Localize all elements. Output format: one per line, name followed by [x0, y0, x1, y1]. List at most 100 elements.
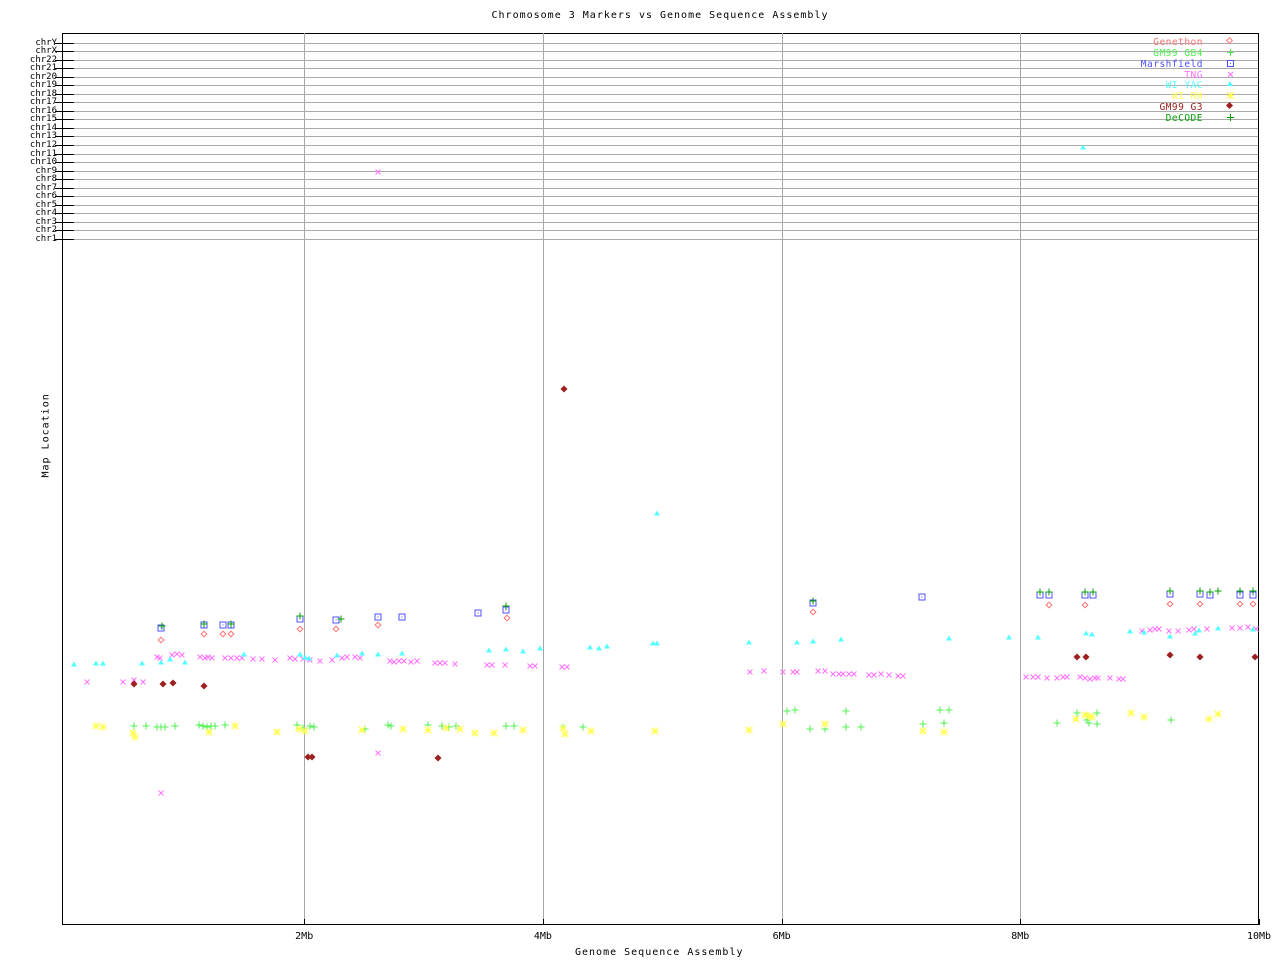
point-wiyac — [1250, 626, 1256, 632]
point-decode — [1036, 588, 1044, 596]
chr-axis-tick — [55, 93, 74, 95]
point-gm99gb4 — [1167, 716, 1175, 724]
point-wirh — [490, 729, 498, 737]
legend-marker-tng — [1227, 71, 1234, 78]
point-wirh — [651, 727, 659, 735]
point-tng — [489, 662, 496, 669]
point-gm99gb4 — [161, 723, 169, 731]
point-wiyac — [654, 510, 660, 516]
chr-track-line — [74, 162, 1258, 164]
point-wiyac — [1141, 629, 1147, 635]
x-axis-tick — [304, 919, 306, 925]
legend-label-gm99g3: GM99 G3 — [1159, 102, 1203, 114]
chr-track-line — [74, 110, 1258, 112]
point-wiyac — [520, 648, 526, 654]
point-wirh — [1072, 715, 1080, 723]
point-tng — [317, 658, 324, 665]
point-wirh — [561, 730, 569, 738]
point-tng — [344, 654, 351, 661]
point-decode — [1081, 588, 1089, 596]
point-decode — [296, 612, 304, 620]
point-tng — [357, 655, 364, 662]
point-wirh — [301, 727, 309, 735]
point-wiyac — [1089, 631, 1095, 637]
point-tng — [442, 660, 449, 667]
legend-marker-wirh — [1227, 92, 1234, 100]
point-wiyac — [503, 646, 509, 652]
point-marshfield — [918, 593, 926, 601]
point-wirh — [779, 720, 787, 728]
chr-axis-tick — [55, 68, 74, 70]
point-wiyac — [794, 639, 800, 645]
point-wiyac — [1196, 627, 1202, 633]
point-wiyac — [486, 647, 492, 653]
point-wiyac — [1080, 144, 1086, 150]
chr-axis-tick — [55, 59, 74, 61]
point-decode — [1045, 588, 1053, 596]
point-decode — [158, 622, 166, 630]
chr-track-line — [74, 76, 1258, 78]
x-tick-label: 8Mb — [1011, 931, 1030, 942]
point-wirh — [1214, 710, 1222, 718]
chr-label: chr1 — [35, 233, 57, 244]
chr-axis-tick — [55, 119, 74, 121]
point-wirh — [1140, 713, 1148, 721]
chr-label: chr8 — [35, 174, 57, 185]
point-tng — [1035, 674, 1042, 681]
point-tng — [1229, 625, 1236, 632]
chr-track-line — [74, 238, 1258, 240]
chr-axis-tick — [55, 238, 74, 240]
y-axis-title: Map Location — [40, 393, 52, 478]
chr-track-line — [74, 51, 1258, 53]
point-tng — [272, 657, 279, 664]
chr-axis-tick — [55, 179, 74, 181]
point-gm99gb4 — [130, 722, 138, 730]
x-axis-tick — [1020, 919, 1022, 925]
point-decode — [502, 602, 510, 610]
point-wirh — [358, 726, 366, 734]
point-tng — [564, 664, 571, 671]
chr-track-line — [74, 179, 1258, 181]
chr-axis-tick — [55, 102, 74, 104]
x-tick-label: 10Mb — [1246, 931, 1272, 942]
point-wiyac — [139, 660, 145, 666]
x-tick-label: 6Mb — [772, 931, 791, 942]
point-wirh — [587, 727, 595, 735]
point-wiyac — [182, 659, 188, 665]
chr-track-line — [74, 68, 1258, 70]
point-wirh — [519, 726, 527, 734]
point-gm99gb4 — [783, 707, 791, 715]
chr-label: chrX — [35, 46, 57, 57]
point-wirh — [231, 722, 239, 730]
point-tng — [794, 669, 801, 676]
point-gm99gb4 — [791, 706, 799, 714]
point-tng — [761, 668, 768, 675]
chr-track-line — [74, 59, 1258, 61]
legend-marker-marshfield — [1227, 59, 1234, 67]
x-axis-tick — [781, 919, 783, 925]
point-wirh — [92, 722, 100, 730]
point-tng — [375, 750, 382, 757]
chr-axis-tick — [55, 221, 74, 223]
point-wiyac — [1127, 628, 1133, 634]
chr-axis-tick — [55, 110, 74, 112]
point-wirh — [940, 728, 948, 736]
point-gm99gb4 — [940, 719, 948, 727]
point-decode — [1166, 587, 1174, 595]
point-decode — [1236, 587, 1244, 595]
point-wiyac — [596, 645, 602, 651]
point-tng — [329, 657, 336, 664]
point-tng — [502, 662, 509, 669]
point-wirh — [399, 725, 407, 733]
point-tng — [1156, 626, 1163, 633]
point-wiyac — [746, 639, 752, 645]
chr-axis-tick — [55, 144, 74, 146]
point-tng — [851, 671, 858, 678]
point-tng — [780, 669, 787, 676]
plot-area — [62, 33, 1259, 925]
point-tng — [1023, 674, 1030, 681]
chr-label: chr21 — [29, 63, 57, 74]
legend-label-wiyac: WI YAC — [1165, 80, 1203, 92]
point-gm99gb4 — [221, 721, 229, 729]
point-wirh — [471, 729, 479, 737]
